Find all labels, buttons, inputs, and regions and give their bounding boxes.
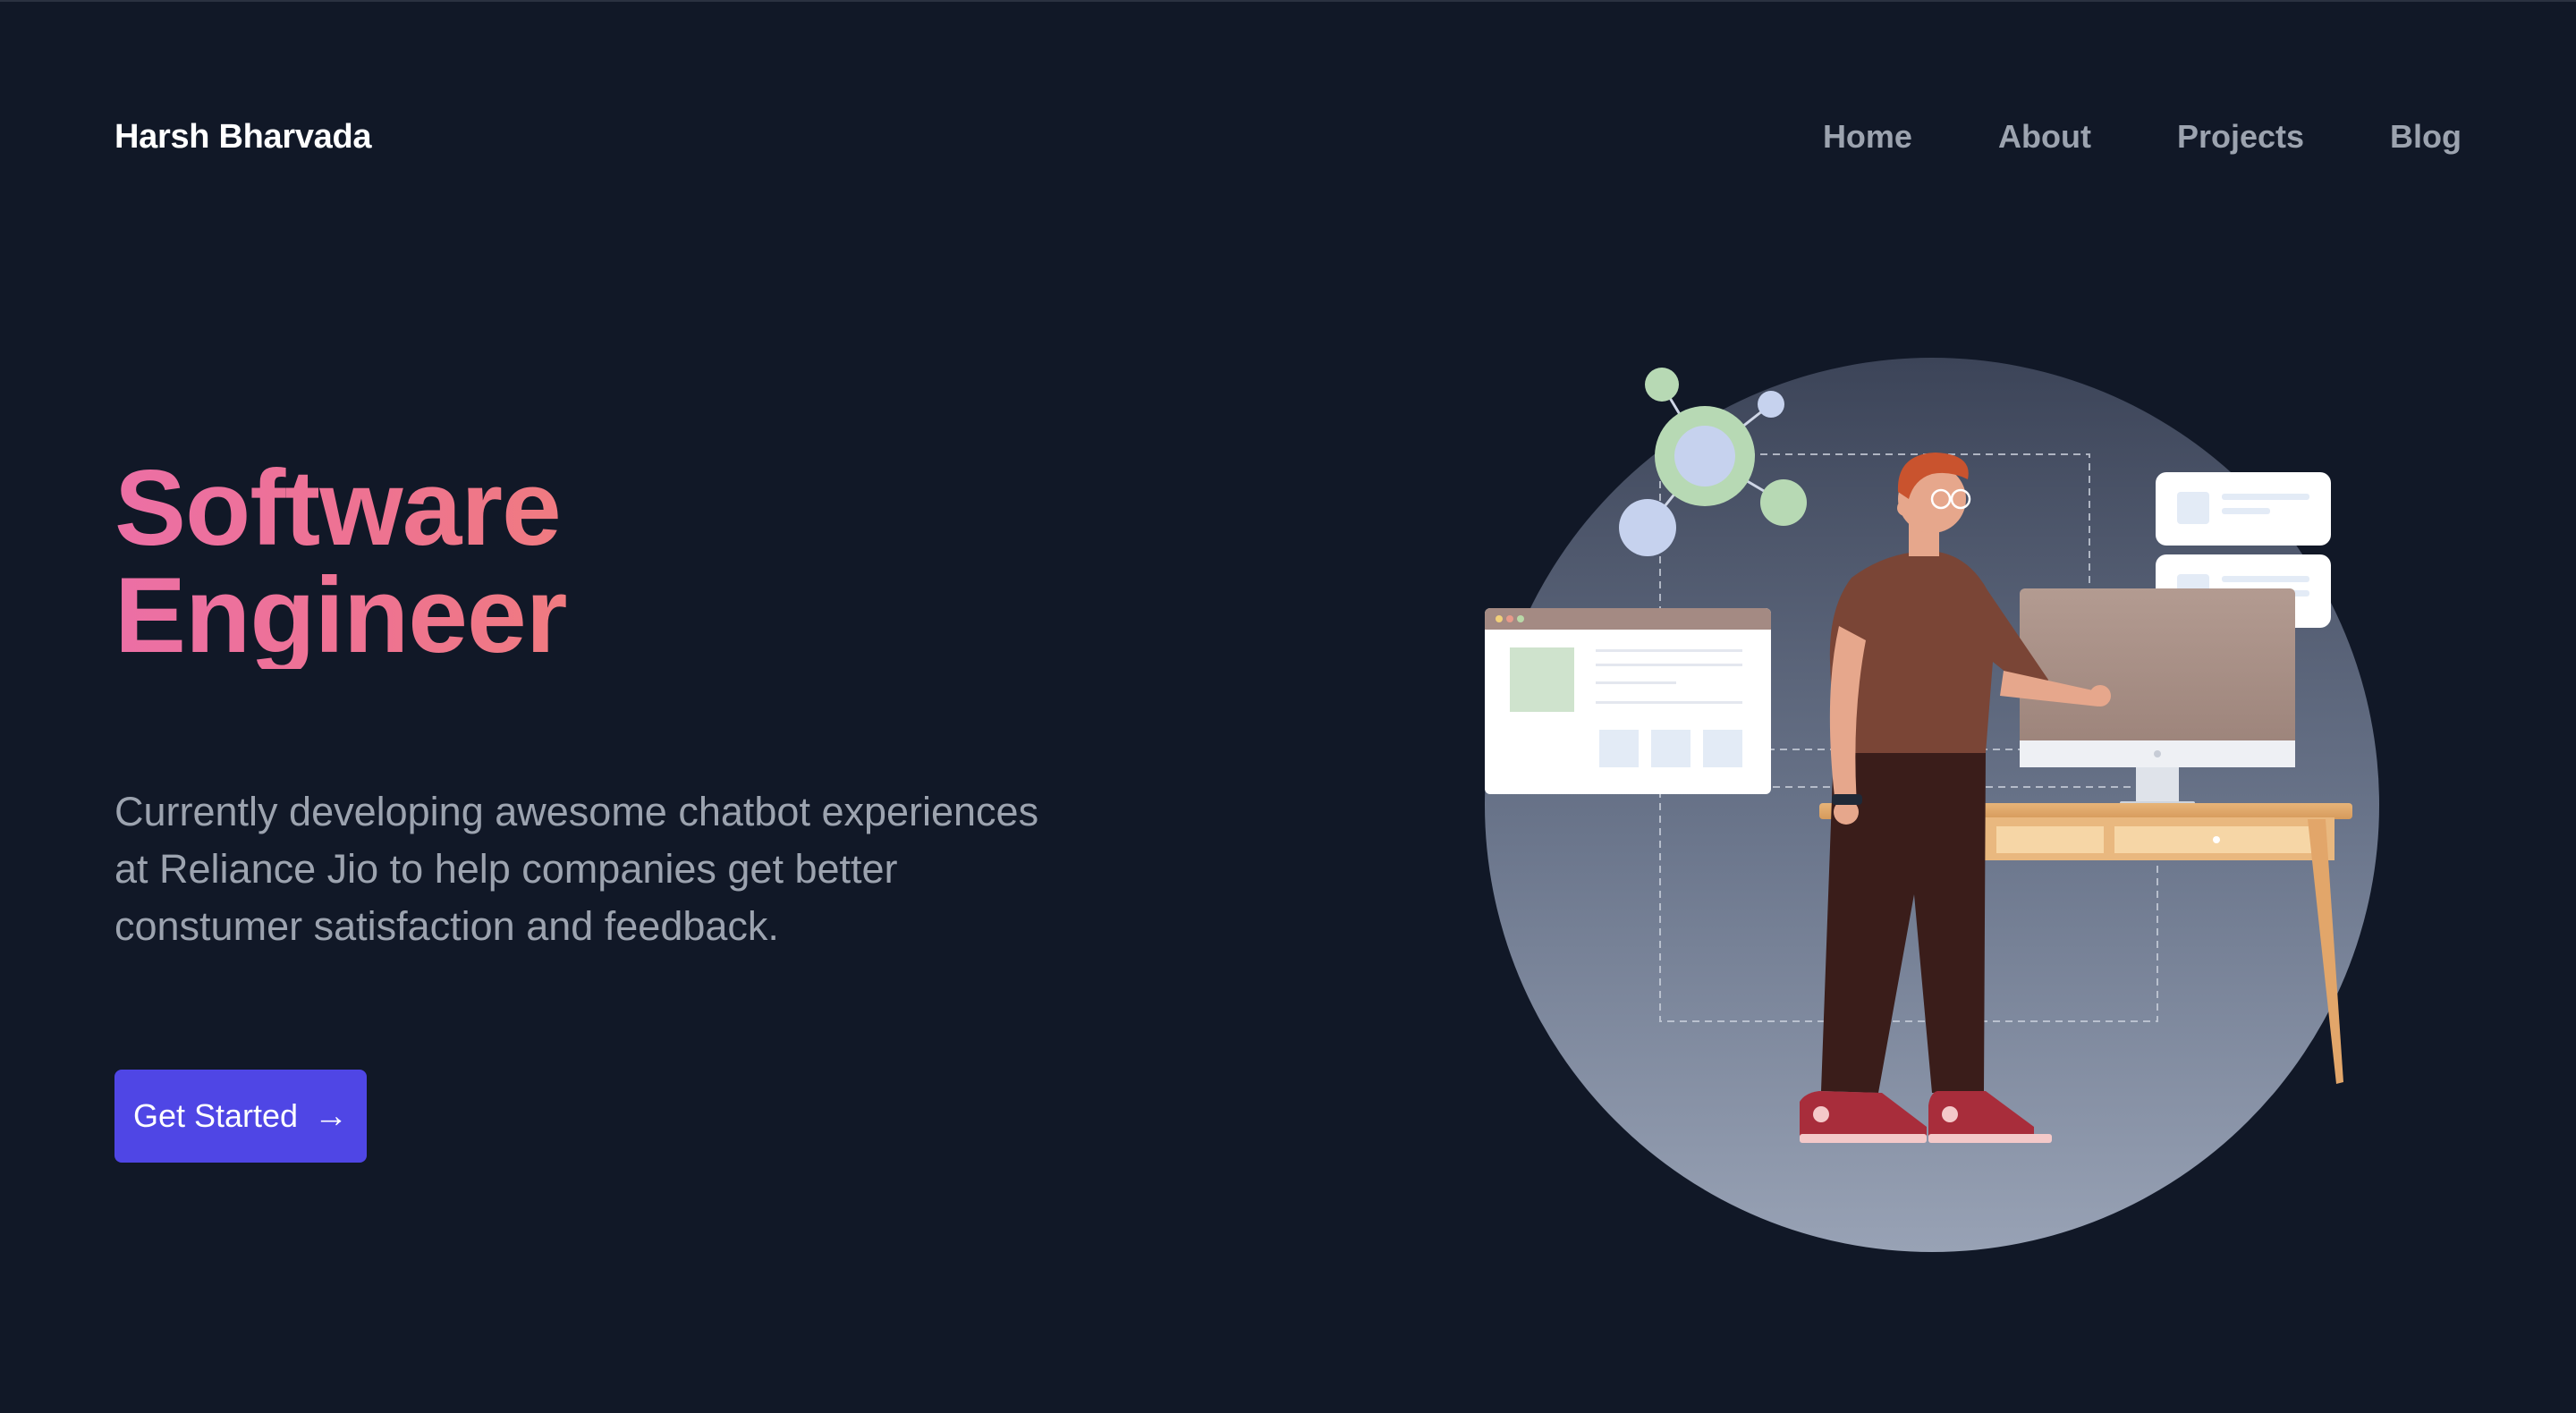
main-nav: Home About Projects Blog [1823,118,2462,156]
top-border [0,0,2576,2]
nav-home-link[interactable]: Home [1823,118,1912,156]
hero-description: Currently developing awesome chatbot exp… [114,789,1039,949]
nav-blog-link[interactable]: Blog [2390,118,2462,156]
get-started-label: Get Started [132,1097,299,1134]
hero-title-line-1: Software [114,448,561,568]
nav-about-link[interactable]: About [1998,118,2091,156]
site-brand[interactable]: Harsh Bharvada [114,118,372,157]
browser-window-card [1485,608,1771,794]
hero-title: Software Engineer [114,454,566,669]
nav-projects-link[interactable]: Projects [2177,118,2304,156]
arrow-right-icon: → [314,1096,349,1135]
hero-title-line-2: Engineer [114,555,567,675]
get-started-button[interactable]: Get Started → [114,1070,367,1163]
hero-illustration [1485,358,2379,1252]
